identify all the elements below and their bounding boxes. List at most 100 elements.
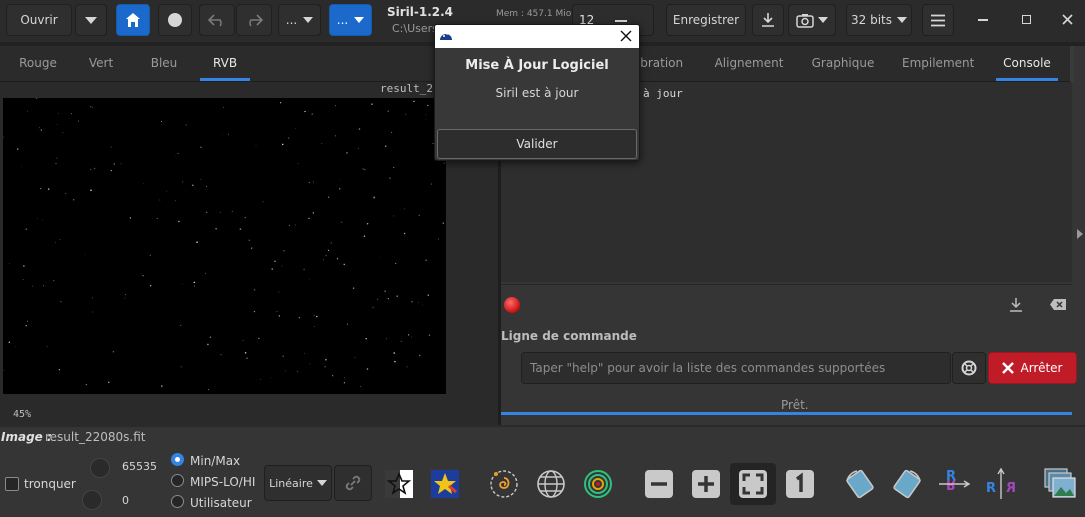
maximize-button[interactable] bbox=[1022, 15, 1031, 24]
star-dot bbox=[418, 214, 420, 217]
star-dot bbox=[215, 228, 217, 230]
star-dot bbox=[425, 114, 427, 116]
tab-green[interactable]: Vert bbox=[80, 48, 122, 81]
star-dot bbox=[395, 263, 396, 264]
redo-button[interactable] bbox=[236, 4, 272, 36]
star-dot bbox=[40, 129, 42, 131]
scripts-menu-button[interactable]: ... bbox=[329, 4, 372, 36]
globe-button[interactable] bbox=[531, 463, 571, 505]
star-dot bbox=[182, 181, 184, 183]
star-finder-button[interactable] bbox=[425, 463, 465, 505]
tab-registration[interactable]: Alignement bbox=[712, 48, 786, 81]
image-canvas[interactable] bbox=[3, 98, 446, 394]
command-input[interactable]: Taper "help" pour avoir la liste des com… bbox=[521, 352, 951, 384]
photometry-button[interactable] bbox=[578, 463, 618, 505]
clear-log-icon[interactable] bbox=[1049, 298, 1067, 311]
star-dot bbox=[125, 294, 126, 295]
minus-icon[interactable] bbox=[615, 20, 627, 22]
tab-stacking[interactable]: Empilement bbox=[902, 48, 974, 81]
tab-plot[interactable]: Graphique bbox=[810, 48, 876, 81]
stretch-dropdown[interactable]: Linéaire bbox=[264, 465, 332, 501]
tab-blue[interactable]: Bleu bbox=[142, 48, 186, 81]
save-log-icon[interactable] bbox=[1009, 297, 1023, 313]
tab-calibration[interactable]: ibration bbox=[634, 48, 686, 81]
star-dot bbox=[223, 107, 225, 109]
star-dot bbox=[309, 363, 311, 365]
star-dot bbox=[270, 377, 272, 379]
processing-menu-button[interactable]: ... bbox=[278, 4, 321, 36]
astrometry-button[interactable] bbox=[484, 463, 524, 505]
rotate-left-button[interactable] bbox=[840, 463, 880, 505]
star-dot bbox=[344, 377, 346, 379]
minimize-button[interactable] bbox=[978, 19, 988, 21]
tab-console[interactable]: Console bbox=[996, 48, 1058, 81]
snapshot-button[interactable] bbox=[788, 4, 836, 36]
star-dot bbox=[227, 133, 229, 135]
zoom-one-button[interactable] bbox=[780, 463, 820, 505]
image-browser-button[interactable] bbox=[1040, 463, 1080, 505]
help-button[interactable] bbox=[952, 352, 986, 384]
star-dot bbox=[156, 217, 158, 220]
star-dot bbox=[181, 283, 183, 285]
live-stack-button[interactable] bbox=[158, 4, 192, 36]
star-dot bbox=[430, 183, 433, 185]
zoom-fit-button[interactable] bbox=[730, 463, 776, 505]
dialog-message: Siril est à jour bbox=[495, 86, 579, 100]
star-dot bbox=[120, 163, 122, 165]
low-slider-knob[interactable] bbox=[82, 490, 102, 510]
star-list-icon bbox=[385, 470, 413, 498]
dialog-ok-button[interactable]: Valider bbox=[437, 129, 637, 159]
recent-files-dropdown[interactable] bbox=[75, 4, 107, 36]
mirror-y-button[interactable]: RR bbox=[981, 463, 1021, 505]
star-dot bbox=[443, 162, 445, 164]
close-window-icon[interactable] bbox=[1062, 14, 1073, 25]
star-dot bbox=[27, 110, 28, 112]
save-button[interactable]: Enregistrer bbox=[666, 4, 746, 36]
main-menu-button[interactable] bbox=[922, 4, 954, 36]
save-as-button[interactable] bbox=[752, 4, 784, 36]
star-dot bbox=[386, 338, 387, 340]
high-slider-knob[interactable] bbox=[90, 458, 110, 478]
open-button[interactable]: Ouvrir bbox=[6, 4, 72, 36]
star-dot bbox=[78, 120, 79, 122]
rotate-right-button[interactable] bbox=[887, 463, 927, 505]
mirror-x-button[interactable]: RR bbox=[934, 463, 974, 505]
home-button[interactable] bbox=[116, 4, 150, 36]
radio-user[interactable] bbox=[171, 495, 184, 508]
undo-button[interactable] bbox=[199, 4, 235, 36]
star-dot bbox=[84, 254, 86, 256]
star-dot bbox=[161, 120, 162, 122]
star-dot bbox=[295, 127, 297, 129]
record-red-icon[interactable] bbox=[504, 297, 520, 313]
stop-button[interactable]: Arrêter bbox=[988, 352, 1077, 384]
star-dot bbox=[312, 212, 314, 214]
star-dot bbox=[360, 386, 362, 387]
star-dot bbox=[362, 168, 364, 170]
star-dot bbox=[92, 107, 93, 108]
star-dot bbox=[288, 137, 290, 139]
bit-depth-dropdown[interactable]: 32 bits bbox=[846, 4, 912, 36]
tab-red[interactable]: Rouge bbox=[14, 48, 62, 81]
radio-mips[interactable] bbox=[171, 474, 184, 487]
star-dot bbox=[418, 302, 420, 303]
chevron-right-icon[interactable] bbox=[1076, 228, 1084, 240]
tab-rgb[interactable]: RVB bbox=[200, 48, 250, 81]
zoom-out-button[interactable] bbox=[639, 463, 679, 505]
zoom-in-button[interactable] bbox=[686, 463, 726, 505]
clip-checkbox[interactable] bbox=[5, 477, 19, 491]
star-dot bbox=[53, 279, 55, 282]
star-dot bbox=[281, 143, 284, 146]
star-dot bbox=[129, 217, 132, 219]
console-toolbar bbox=[501, 284, 1072, 326]
radio-minmax[interactable] bbox=[171, 453, 184, 466]
star-dot bbox=[411, 301, 413, 303]
star-dot bbox=[262, 201, 264, 203]
star-dot bbox=[258, 337, 260, 339]
link-channels-button[interactable] bbox=[334, 465, 372, 501]
console-log-text: à jour bbox=[643, 87, 683, 100]
dialog-close-icon[interactable] bbox=[620, 30, 632, 42]
star-dot bbox=[308, 217, 310, 220]
star-list-button[interactable] bbox=[379, 463, 419, 505]
zoom-one-icon bbox=[786, 470, 814, 498]
star-finder-icon bbox=[431, 470, 459, 498]
